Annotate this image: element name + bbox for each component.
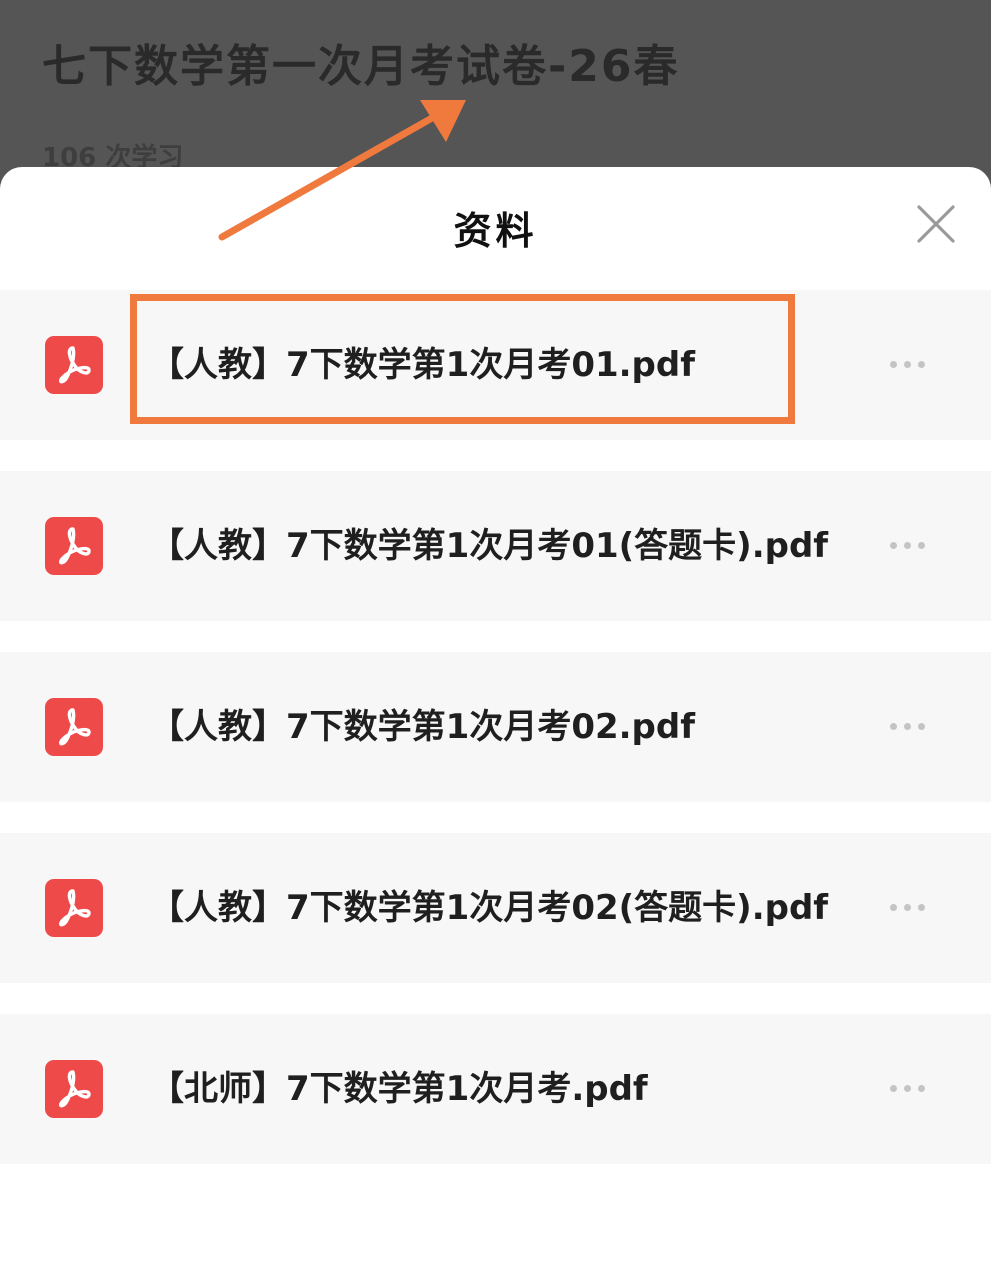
file-row[interactable]: 【人教】7下数学第1次月考02.pdf xyxy=(0,652,991,802)
more-options-button[interactable] xyxy=(886,534,930,558)
pdf-icon xyxy=(45,517,103,575)
file-list: 【人教】7下数学第1次月考01.pdf 【人教】7下数学第1次月考01(答题卡)… xyxy=(0,290,991,1195)
pdf-icon xyxy=(45,1060,103,1118)
file-name: 【人教】7下数学第1次月考02.pdf xyxy=(150,707,696,747)
pdf-icon xyxy=(45,336,103,394)
page-title: 七下数学第一次月考试卷-26春 xyxy=(42,41,680,92)
pdf-icon xyxy=(45,879,103,937)
more-options-button[interactable] xyxy=(886,896,930,920)
file-row[interactable]: 【北师】7下数学第1次月考.pdf xyxy=(0,1014,991,1164)
close-icon xyxy=(917,205,955,243)
more-options-button[interactable] xyxy=(886,353,930,377)
file-row[interactable]: 【人教】7下数学第1次月考01(答题卡).pdf xyxy=(0,471,991,621)
file-name: 【人教】7下数学第1次月考02(答题卡).pdf xyxy=(150,888,829,928)
sheet-title: 资料 xyxy=(453,209,538,253)
file-row[interactable]: 【人教】7下数学第1次月考01.pdf xyxy=(0,290,991,440)
close-button[interactable] xyxy=(912,200,960,248)
file-name: 【人教】7下数学第1次月考01(答题卡).pdf xyxy=(150,526,829,566)
pdf-icon xyxy=(45,698,103,756)
file-name: 【北师】7下数学第1次月考.pdf xyxy=(150,1069,648,1109)
more-options-button[interactable] xyxy=(886,1077,930,1101)
more-options-button[interactable] xyxy=(886,715,930,739)
file-name: 【人教】7下数学第1次月考01.pdf xyxy=(150,345,696,385)
file-row[interactable]: 【人教】7下数学第1次月考02(答题卡).pdf xyxy=(0,833,991,983)
